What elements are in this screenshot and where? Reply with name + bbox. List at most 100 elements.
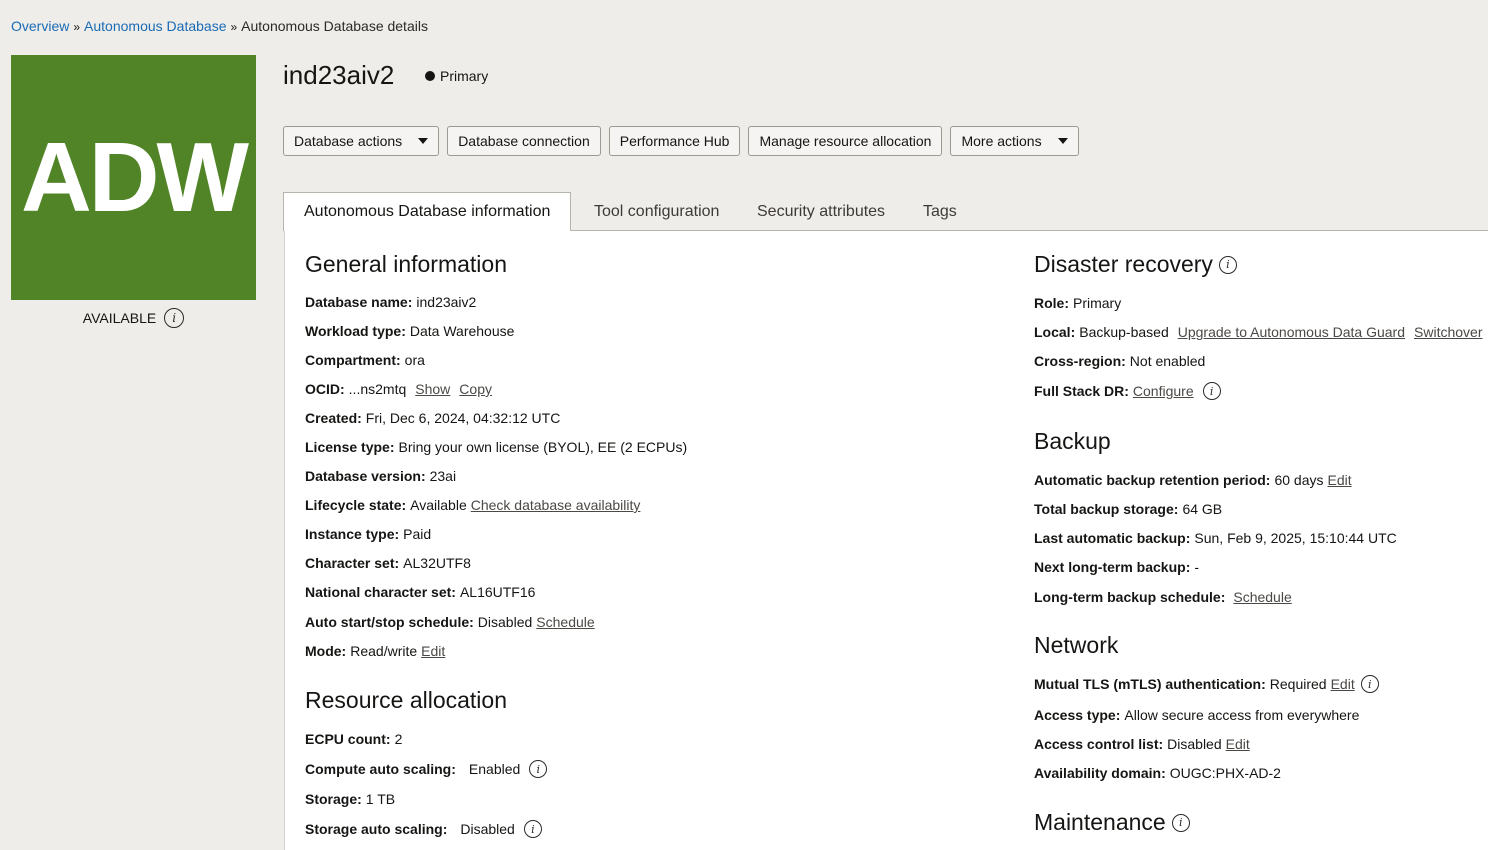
action-toolbar: Database actions Database connection Per… [283,126,1079,156]
tab-autonomous-database-information[interactable]: Autonomous Database information [283,192,572,232]
database-version-row: Database version: 23ai [305,468,456,484]
database-actions-button[interactable]: Database actions [283,126,440,156]
field-label: Long-term backup schedule: [1034,589,1226,605]
field-value: ora [404,352,425,368]
field-value: Available [410,497,467,513]
field-value: 1 TB [365,791,396,807]
field-label: Instance type: [305,526,400,542]
field-value: 60 days [1274,472,1324,488]
field-label: Access control list: [1034,736,1164,752]
compartment-row: Compartment: ora [305,352,425,368]
check-availability-link[interactable]: Check database availability [471,497,641,513]
field-label: Availability domain: [1034,765,1166,781]
field-label: Workload type: [305,323,406,339]
next-backup-row: Next long-term backup: - [1034,559,1199,575]
compute-auto-scaling-row: Compute auto scaling: Enabled i [305,760,548,778]
tab-security-attributes[interactable]: Security attributes [757,192,885,231]
details-panel: General information Database name: ind23a… [284,231,1488,850]
button-label: Database connection [458,133,590,149]
field-label: Database name: [305,294,413,310]
field-value: AL16UTF16 [459,584,536,600]
info-icon[interactable]: i [1218,255,1237,274]
info-icon[interactable]: i [1202,382,1221,400]
instance-type-row: Instance type: Paid [305,526,431,542]
tab-tool-configuration[interactable]: Tool configuration [594,192,719,231]
database-connection-button[interactable]: Database connection [447,126,601,156]
lifecycle-state-row: Lifecycle state: Available Check database … [305,497,640,513]
field-label: Local: [1034,324,1076,340]
total-backup-storage-row: Total backup storage: 64 GB [1034,501,1222,517]
more-actions-button[interactable]: More actions [950,126,1079,156]
availability-domain-row: Availability domain: OUGC:PHX-AD-2 [1034,765,1281,781]
field-value: Disabled [1167,736,1222,752]
field-value: - [1194,559,1200,575]
tab-bar: Autonomous Database information Tool con… [283,192,1488,232]
breadcrumb: Overview» Autonomous Database» Autonomous … [11,18,428,34]
mode-edit-link[interactable]: Edit [421,643,445,659]
field-label: National character set: [305,584,456,600]
maintenance-heading: Maintenance i [1034,809,1190,836]
status-dot-icon [425,71,435,81]
ocid-show-link[interactable]: Show [415,381,450,397]
page-title: ind23aiv2 [283,60,395,90]
breadcrumb-overview[interactable]: Overview [11,18,69,34]
ocid-row: OCID: ...ns2mtq Show Copy [305,381,492,397]
backup-retention-row: Automatic backup retention period: 60 day… [1034,472,1352,488]
field-label: Mutual TLS (mTLS) authentication: [1034,676,1266,692]
field-label: Created: [305,410,362,426]
mtls-row: Mutual TLS (mTLS) authentication: Require… [1034,675,1379,693]
backup-heading: Backup [1034,428,1111,454]
field-label: OCID: [305,381,345,397]
long-term-schedule-row: Long-term backup schedule: Schedule [1034,589,1292,605]
full-stack-dr-row: Full Stack DR: Configure i [1034,382,1221,400]
info-icon[interactable]: i [1360,675,1379,693]
network-heading: Network [1034,632,1119,658]
field-value: Sun, Feb 9, 2025, 15:10:44 UTC [1194,530,1397,546]
disaster-recovery-heading: Disaster recovery i [1034,251,1237,278]
mode-row: Mode: Read/write Edit [305,643,445,659]
info-icon[interactable]: i [1171,813,1190,832]
info-icon[interactable]: i [164,308,185,328]
breadcrumb-separator: » [73,20,81,34]
field-label: Storage auto scaling: [305,821,448,837]
field-value: Disabled [477,614,533,630]
access-control-list-row: Access control list: Disabled Edit [1034,736,1250,752]
breadcrumb-autonomous-database[interactable]: Autonomous Database [84,18,226,34]
field-label: Compute auto scaling: [305,761,456,777]
retention-edit-link[interactable]: Edit [1328,472,1352,488]
switchover-link[interactable]: Switchover [1414,324,1482,340]
breadcrumb-current: Autonomous Database details [241,18,428,34]
field-value: Primary [1073,295,1122,311]
ocid-copy-link[interactable]: Copy [459,381,492,397]
info-icon[interactable]: i [523,820,542,838]
configure-link[interactable]: Configure [1133,383,1194,399]
storage-row: Storage: 1 TB [305,791,395,807]
field-label: Last automatic backup: [1034,530,1191,546]
mtls-edit-link[interactable]: Edit [1331,676,1355,692]
storage-auto-scaling-row: Storage auto scaling: Disabled i [305,820,542,838]
manage-resource-allocation-button[interactable]: Manage resource allocation [748,126,943,156]
performance-hub-button[interactable]: Performance Hub [608,126,741,156]
field-label: Total backup storage: [1034,501,1179,517]
ecpu-count-row: ECPU count: 2 [305,731,402,747]
cross-region-row: Cross-region: Not enabled [1034,353,1205,369]
field-value: Backup-based [1079,324,1169,340]
database-name-row: Database name: ind23aiv2 [305,294,476,310]
info-icon[interactable]: i [529,760,548,778]
breadcrumb-separator: » [230,20,238,34]
field-label: Cross-region: [1034,353,1126,369]
long-term-schedule-link[interactable]: Schedule [1233,589,1291,605]
field-label: Lifecycle state: [305,497,407,513]
field-label: Full Stack DR: [1034,383,1129,399]
acl-edit-link[interactable]: Edit [1226,736,1250,752]
status-label: AVAILABLE [82,310,157,326]
auto-start-schedule-link[interactable]: Schedule [536,614,594,630]
tab-tags[interactable]: Tags [923,192,957,231]
auto-start-stop-row: Auto start/stop schedule: Disabled Schedul… [305,614,595,630]
field-label: Mode: [305,643,347,659]
field-value: Bring your own license (BYOL), EE (2 ECP… [398,439,688,455]
character-set-row: Character set: AL32UTF8 [305,555,471,571]
field-value: 23ai [429,468,457,484]
role-badge: Primary [425,68,488,84]
upgrade-data-guard-link[interactable]: Upgrade to Autonomous Data Guard [1178,324,1405,340]
